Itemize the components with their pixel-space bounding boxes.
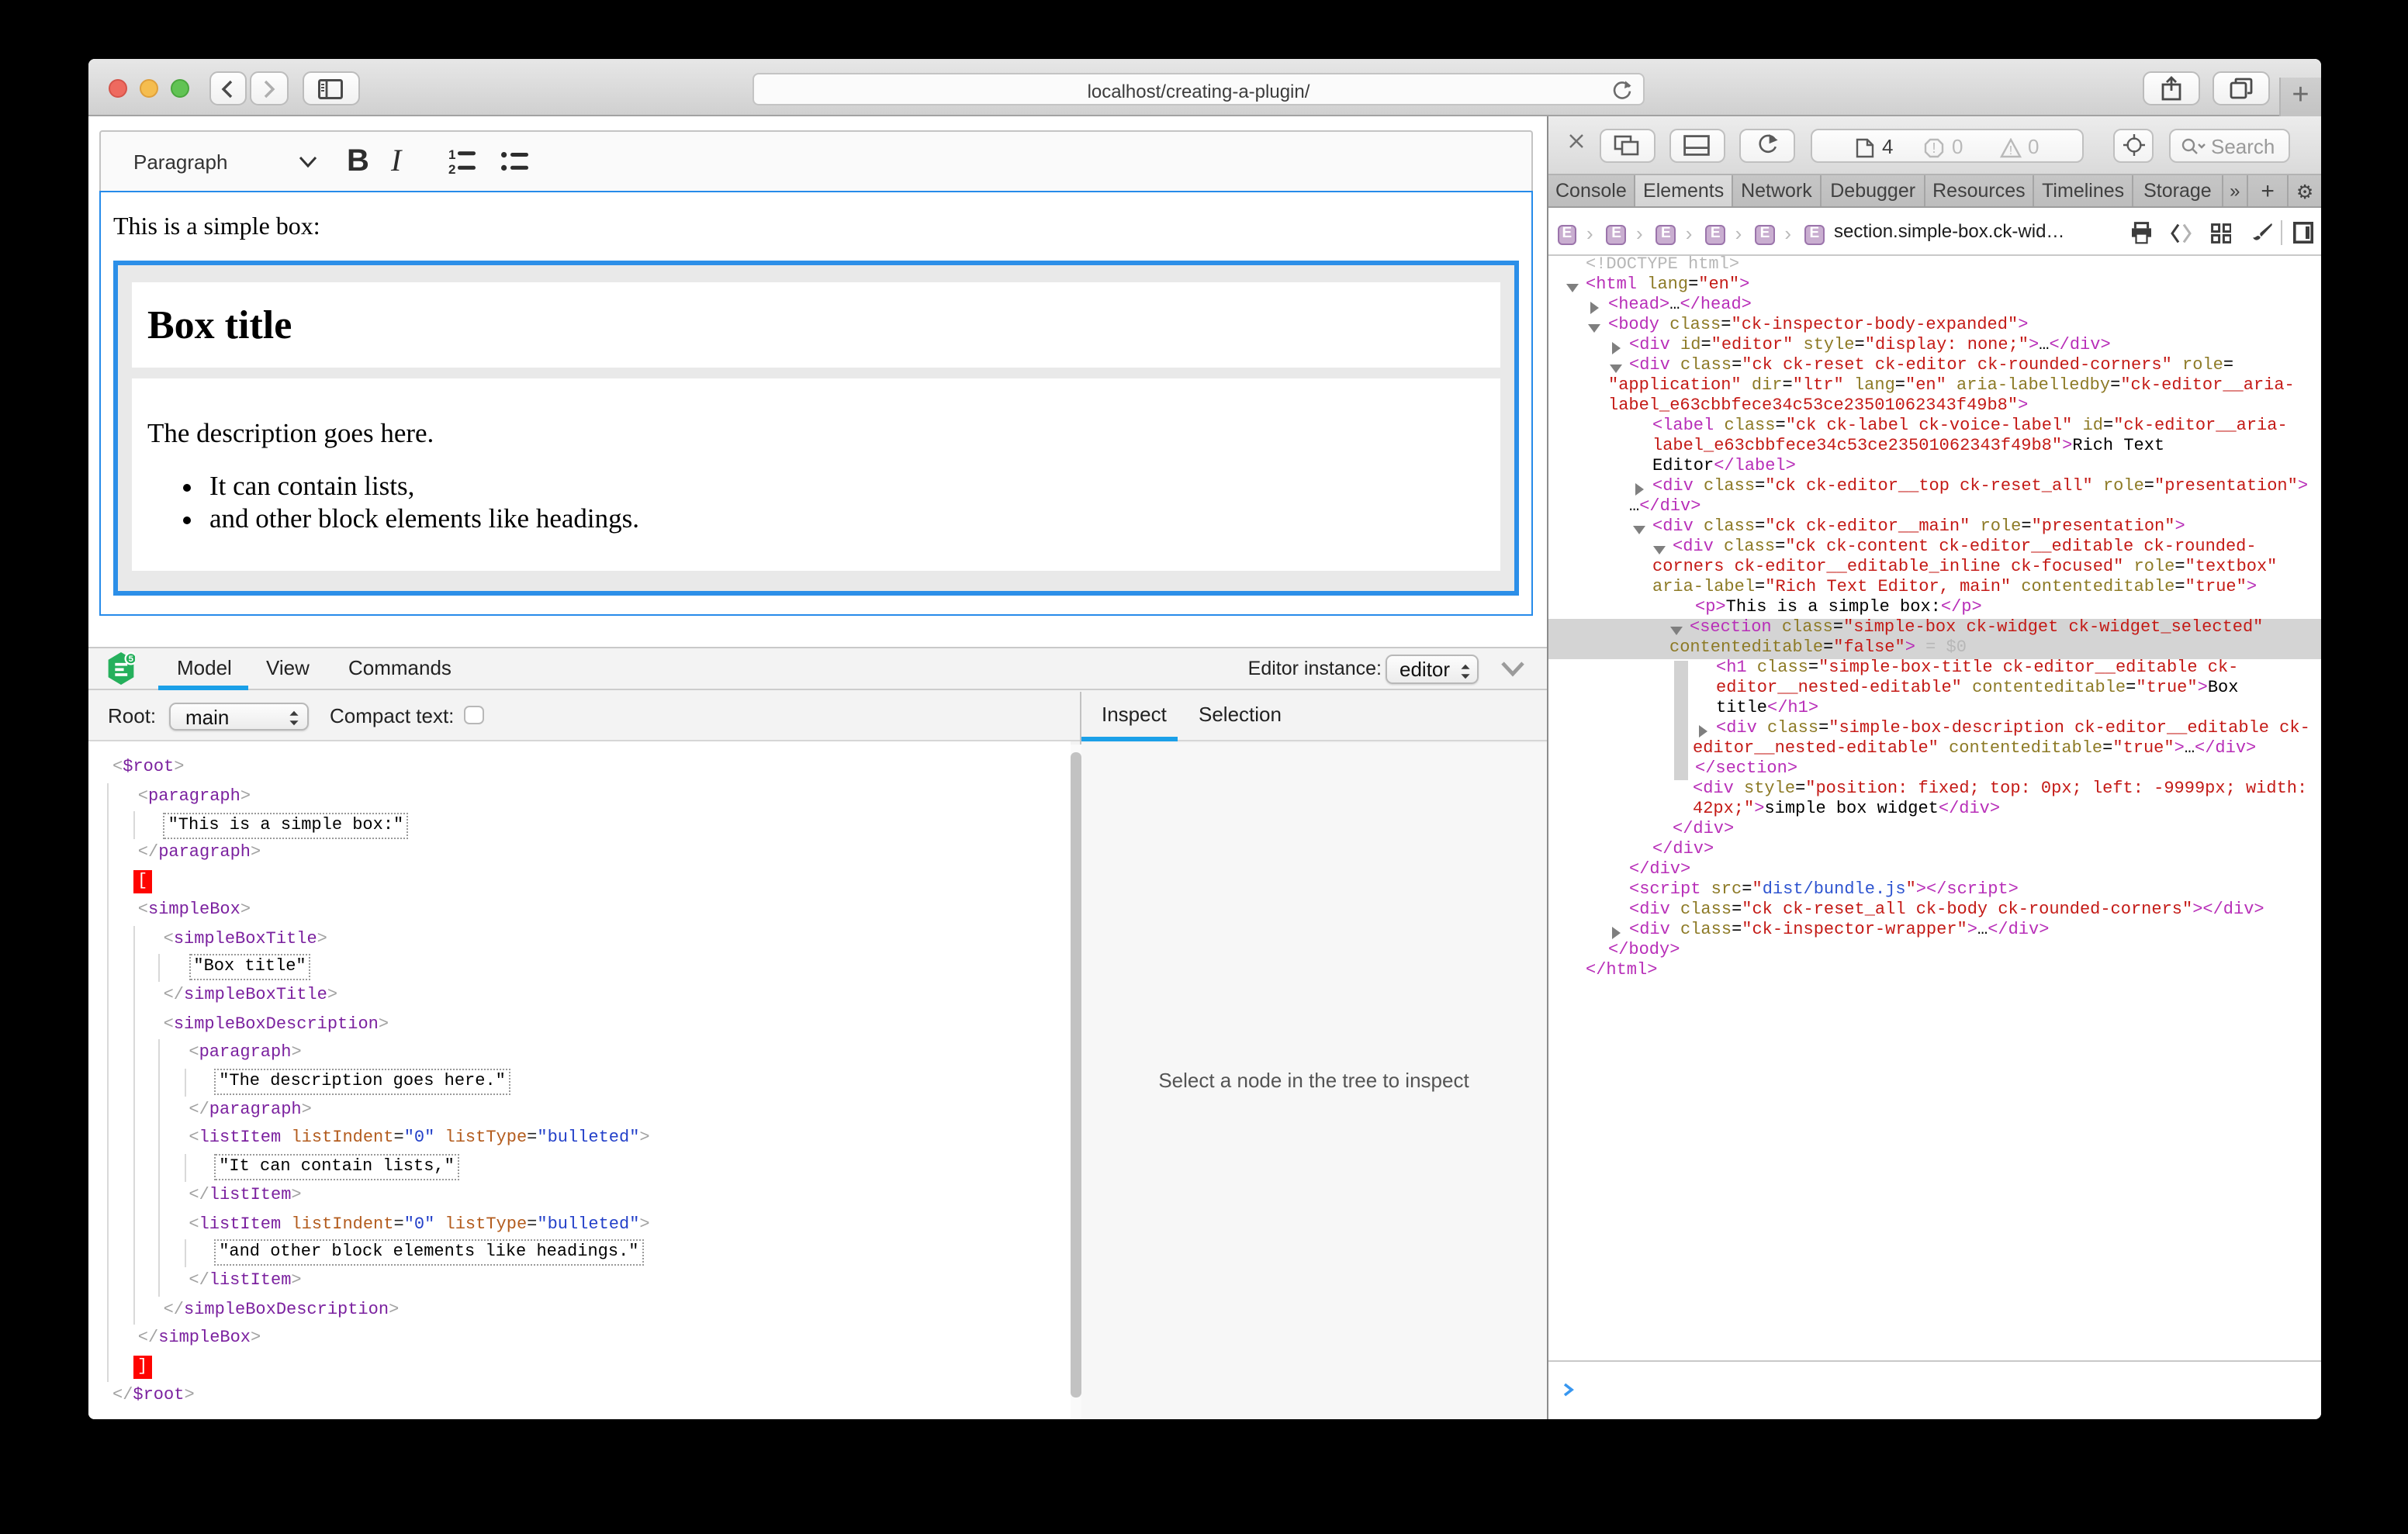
svg-text:2: 2 [448, 162, 455, 175]
svg-text:1: 1 [448, 147, 455, 162]
svg-text:5: 5 [128, 655, 133, 665]
svg-text:!: ! [2009, 144, 2012, 157]
svg-text:!: ! [1932, 140, 1936, 156]
